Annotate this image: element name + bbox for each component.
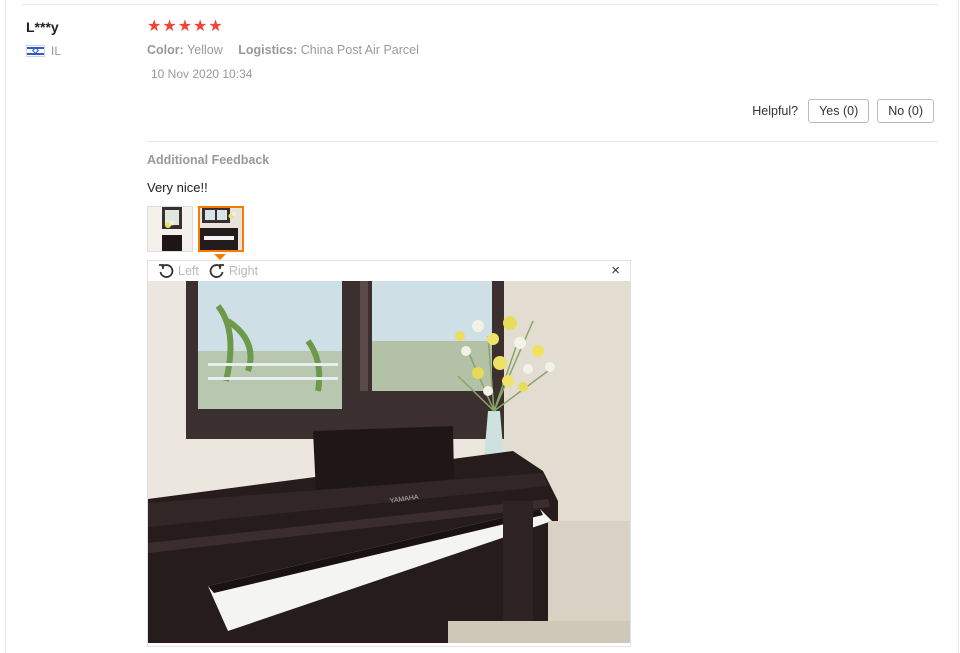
reviewer-country: IL: [26, 44, 61, 58]
israel-flag-icon: [26, 45, 45, 57]
top-divider: [22, 4, 938, 5]
review-photo-piano: YAMAHA: [148, 281, 630, 643]
rotate-left-icon: [158, 263, 174, 279]
product-attributes: Color: Yellow Logistics: China Post Air …: [147, 43, 431, 57]
star-icon: ★: [208, 18, 223, 35]
additional-feedback-text: Very nice!!: [147, 180, 208, 195]
star-icon: ★: [177, 18, 193, 35]
rotate-right-icon: [209, 263, 225, 279]
feedback-divider: [147, 141, 938, 142]
frame-left-border: [5, 0, 6, 653]
star-rating: ★ ★ ★ ★ ★: [147, 18, 223, 36]
viewer-toolbar: Left Right ×: [148, 261, 630, 281]
reviewer-name: L***y: [26, 19, 59, 35]
additional-feedback-title: Additional Feedback: [147, 153, 270, 167]
star-icon: ★: [162, 18, 177, 35]
photo-thumbnail[interactable]: [147, 206, 193, 252]
photo-viewer: Left Right × YAMAHA: [147, 260, 631, 647]
photo-thumbnails: [147, 206, 244, 252]
logistics-value: China Post Air Parcel: [300, 43, 419, 57]
rotate-right-button[interactable]: Right: [209, 263, 258, 279]
frame-right-border: [958, 0, 959, 653]
star-icon: ★: [193, 18, 208, 35]
helpful-yes-button[interactable]: Yes (0): [808, 99, 870, 123]
close-viewer-icon[interactable]: ×: [611, 262, 620, 279]
color-label: Color:: [147, 43, 184, 57]
helpful-no-button[interactable]: No (0): [877, 99, 934, 123]
color-value: Yellow: [187, 43, 223, 57]
helpful-votes: Helpful? Yes (0) No (0): [752, 99, 934, 123]
logistics-label: Logistics:: [238, 43, 298, 57]
country-code: IL: [51, 44, 62, 58]
rotate-left-button[interactable]: Left: [158, 263, 199, 279]
star-icon: ★: [147, 18, 162, 35]
rotate-right-label: Right: [228, 264, 259, 278]
photo-thumbnail-active[interactable]: [198, 206, 244, 252]
helpful-label: Helpful?: [752, 104, 799, 118]
review-date: 10 Nov 2020 10:34: [151, 67, 253, 81]
rotate-left-label: Left: [178, 264, 199, 278]
